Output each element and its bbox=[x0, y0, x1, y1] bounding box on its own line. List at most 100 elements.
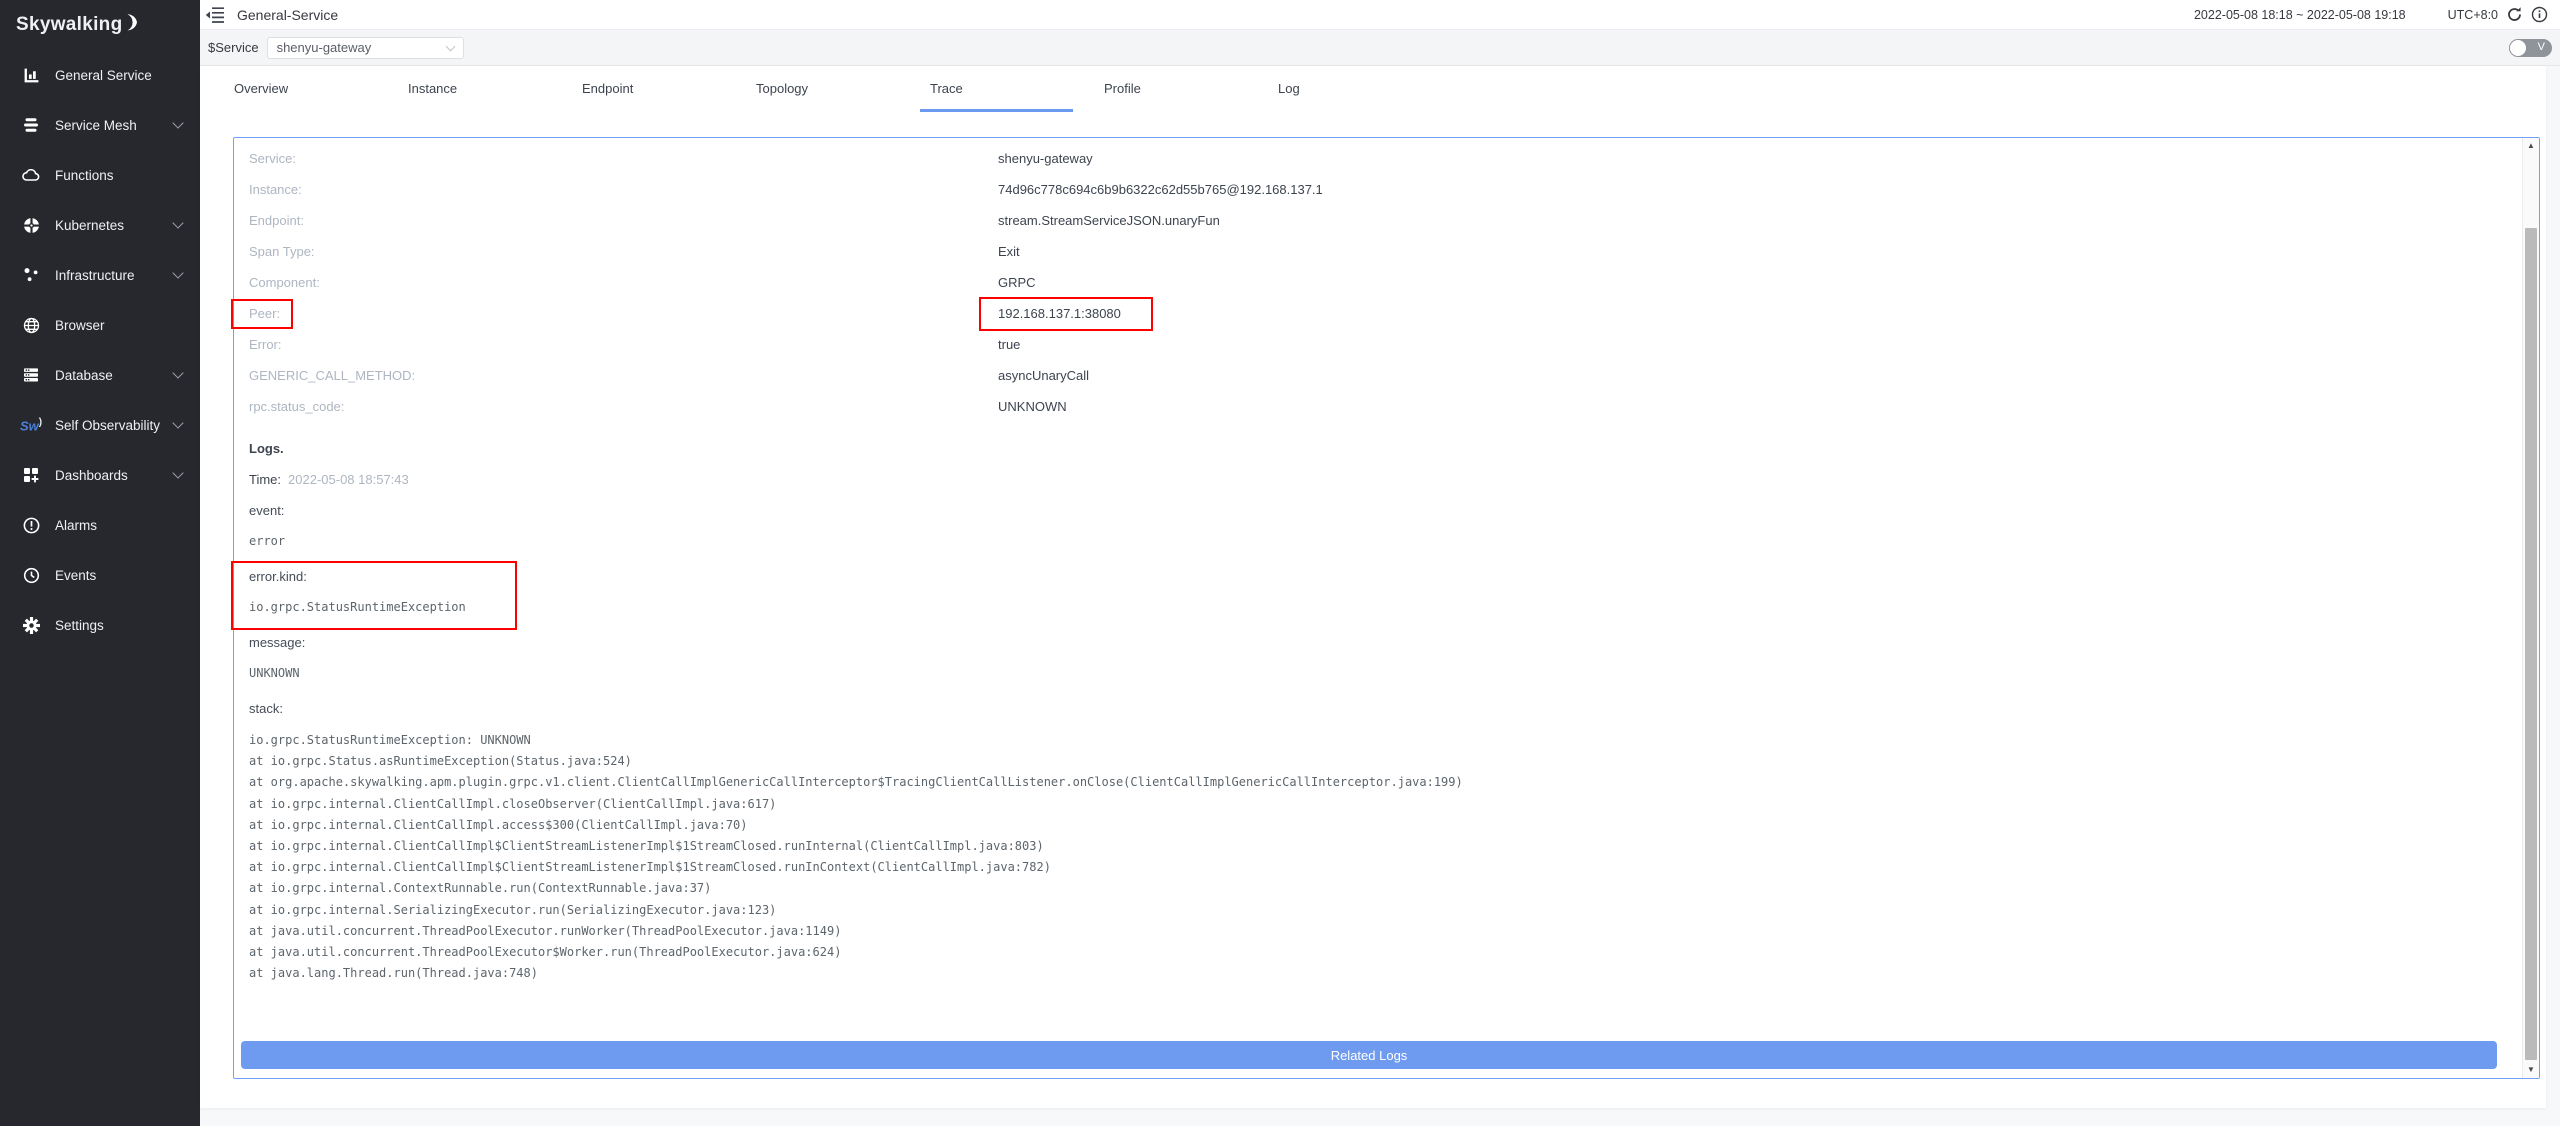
sidebar-item-label: Database bbox=[55, 368, 113, 383]
span-field-rpc-status-code: rpc.status_code:UNKNOWN bbox=[249, 391, 2507, 422]
grid-icon bbox=[22, 466, 40, 484]
dashboard-card: OverviewInstanceEndpointTopologyTracePro… bbox=[200, 66, 2546, 1108]
crescent-moon-icon bbox=[125, 13, 139, 32]
version-toggle[interactable]: V bbox=[2509, 39, 2552, 57]
sidebar-item-label: Browser bbox=[55, 318, 105, 333]
log-time-label: Time: bbox=[249, 472, 281, 487]
sidebar-item-infrastructure[interactable]: Infrastructure bbox=[0, 250, 200, 300]
field-value: Exit bbox=[998, 244, 1020, 259]
related-logs-button[interactable]: Related Logs bbox=[241, 1041, 2497, 1069]
tab-log[interactable]: Log bbox=[1278, 66, 1452, 112]
log-entries: event:errorerror.kind:io.grpc.StatusRunt… bbox=[249, 495, 2507, 984]
sidebar-item-alarms[interactable]: Alarms bbox=[0, 500, 200, 550]
field-value: 192.168.137.1:38080 bbox=[998, 306, 1121, 321]
panel-scrollbar[interactable] bbox=[2522, 138, 2539, 1078]
cloud-icon bbox=[22, 166, 40, 184]
field-label: GENERIC_CALL_METHOD: bbox=[249, 368, 998, 383]
sidebar-item-browser[interactable]: Browser bbox=[0, 300, 200, 350]
alarm-icon bbox=[22, 516, 40, 534]
field-label: Error: bbox=[249, 337, 998, 352]
field-label: rpc.status_code: bbox=[249, 399, 998, 414]
field-value: true bbox=[998, 337, 1020, 352]
dashboard-tabs: OverviewInstanceEndpointTopologyTracePro… bbox=[234, 66, 1452, 112]
sidebar-item-kubernetes[interactable]: Kubernetes bbox=[0, 200, 200, 250]
span-field-span-type: Span Type:Exit bbox=[249, 236, 2507, 267]
scroll-down-arrow-icon[interactable] bbox=[2523, 1063, 2539, 1077]
tab-instance[interactable]: Instance bbox=[408, 66, 582, 112]
chevron-down-icon bbox=[172, 417, 183, 428]
sidebar-item-label: Infrastructure bbox=[55, 268, 135, 283]
log-entry-stack: stack:io.grpc.StatusRuntimeException: UN… bbox=[249, 693, 2507, 984]
log-entry-value: io.grpc.StatusRuntimeException bbox=[249, 592, 2507, 623]
chevron-down-icon bbox=[172, 117, 183, 128]
log-entry-label: message: bbox=[249, 627, 2507, 658]
stack-trace: io.grpc.StatusRuntimeException: UNKNOWN … bbox=[249, 724, 2507, 984]
field-value: shenyu-gateway bbox=[998, 151, 1093, 166]
sidebar-menu: General Service Service Mesh Functions Kube… bbox=[0, 50, 200, 650]
sidebar-item-label: Settings bbox=[55, 618, 104, 633]
tab-trace[interactable]: Trace bbox=[930, 66, 1104, 112]
skywalking-logo[interactable]: Skywalking bbox=[16, 10, 139, 40]
sidebar-item-service-mesh[interactable]: Service Mesh bbox=[0, 100, 200, 150]
field-value: 74d96c778c694c6b9b6322c62d55b765@192.168… bbox=[998, 182, 1323, 197]
service-selector-label: $Service bbox=[208, 40, 259, 55]
page-title: General-Service bbox=[237, 7, 338, 23]
layers-icon bbox=[22, 116, 40, 134]
sidebar-item-label: Events bbox=[55, 568, 96, 583]
scroll-up-arrow-icon[interactable] bbox=[2523, 139, 2539, 153]
span-field-service: Service:shenyu-gateway bbox=[249, 143, 2507, 174]
kubernetes-icon bbox=[22, 216, 40, 234]
span-field-component: Component:GRPC bbox=[249, 267, 2507, 298]
sidebar-item-dashboards[interactable]: Dashboards bbox=[0, 450, 200, 500]
info-icon[interactable] bbox=[2531, 6, 2548, 23]
database-icon bbox=[22, 366, 40, 384]
log-entry-error-kind: error.kind:io.grpc.StatusRuntimeExceptio… bbox=[249, 561, 2507, 623]
log-entry-event: event:error bbox=[249, 495, 2507, 557]
dots-icon bbox=[22, 266, 40, 284]
log-entry-message: message:UNKNOWN bbox=[249, 627, 2507, 689]
log-entry-label: event: bbox=[249, 495, 2507, 526]
sidebar-item-label: Functions bbox=[55, 168, 114, 183]
field-label: Peer: bbox=[249, 306, 998, 321]
service-select[interactable]: shenyu-gateway bbox=[267, 37, 464, 59]
tab-endpoint[interactable]: Endpoint bbox=[582, 66, 756, 112]
sidebar-item-general-service[interactable]: General Service bbox=[0, 50, 200, 100]
gear-icon bbox=[22, 616, 40, 634]
log-time-row: Time: 2022-05-08 18:57:43 bbox=[249, 464, 2507, 495]
globe-icon bbox=[22, 316, 40, 334]
log-time-value: 2022-05-08 18:57:43 bbox=[288, 472, 409, 487]
sidebar-item-events[interactable]: Events bbox=[0, 550, 200, 600]
tab-profile[interactable]: Profile bbox=[1104, 66, 1278, 112]
sidebar-item-database[interactable]: Database bbox=[0, 350, 200, 400]
log-entry-label: stack: bbox=[249, 693, 2507, 724]
top-header: General-Service 2022-05-08 18:18 ~ 2022-… bbox=[200, 0, 2560, 30]
refresh-icon[interactable] bbox=[2506, 6, 2523, 23]
tab-topology[interactable]: Topology bbox=[756, 66, 930, 112]
field-value: asyncUnaryCall bbox=[998, 368, 1089, 383]
sidebar-item-label: Service Mesh bbox=[55, 118, 137, 133]
span-field-error: Error:true bbox=[249, 329, 2507, 360]
log-entry-label: error.kind: bbox=[249, 561, 2507, 592]
span-fields: Service:shenyu-gatewayInstance:74d96c778… bbox=[249, 143, 2507, 422]
sidebar-item-label: Dashboards bbox=[55, 468, 128, 483]
events-icon bbox=[22, 566, 40, 584]
logo-text: Skywalking bbox=[16, 14, 123, 36]
field-label: Service: bbox=[249, 151, 998, 166]
sidebar-item-functions[interactable]: Functions bbox=[0, 150, 200, 200]
field-label: Span Type: bbox=[249, 244, 998, 259]
span-logs-section: Logs. Time:2022-05-08 18:57:43 event:err… bbox=[249, 433, 2507, 988]
menu-fold-icon[interactable] bbox=[205, 7, 225, 23]
sidebar-item-label: Alarms bbox=[55, 518, 97, 533]
field-value: GRPC bbox=[998, 275, 1036, 290]
scrollbar-thumb[interactable] bbox=[2525, 228, 2537, 1060]
timezone-selector[interactable]: UTC+8:0 bbox=[2448, 8, 2498, 22]
header-right-group: 2022-05-08 18:18 ~ 2022-05-08 19:18 UTC+… bbox=[2194, 6, 2548, 23]
tab-overview[interactable]: Overview bbox=[234, 66, 408, 112]
field-label: Endpoint: bbox=[249, 213, 998, 228]
sw-icon: Sw) bbox=[22, 416, 40, 434]
main-content: OverviewInstanceEndpointTopologyTracePro… bbox=[200, 66, 2560, 1126]
sidebar-item-settings[interactable]: Settings bbox=[0, 600, 200, 650]
service-toolbar: $Service shenyu-gateway V bbox=[200, 30, 2560, 66]
sidebar-item-self-observability[interactable]: Sw)Self Observability bbox=[0, 400, 200, 450]
time-range-picker[interactable]: 2022-05-08 18:18 ~ 2022-05-08 19:18 bbox=[2194, 8, 2406, 22]
